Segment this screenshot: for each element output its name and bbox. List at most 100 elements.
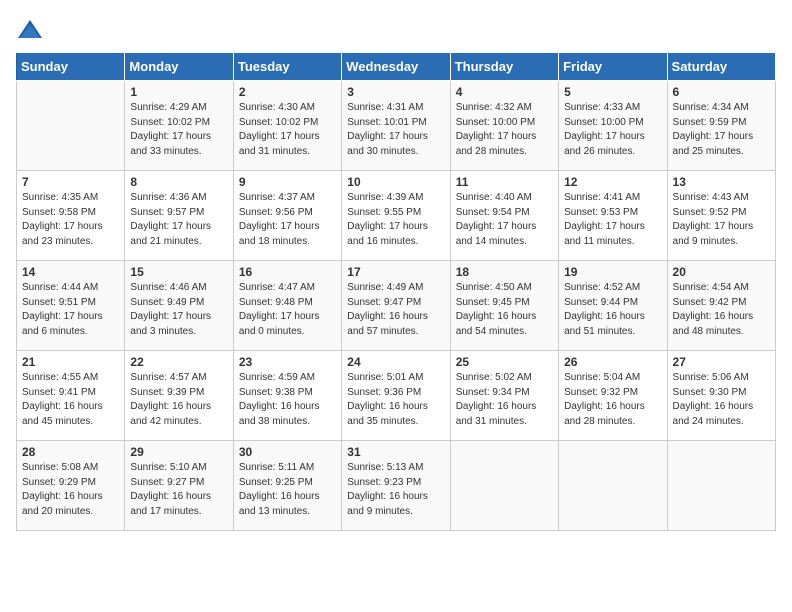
logo-icon	[16, 16, 44, 44]
column-header-monday: Monday	[125, 53, 233, 81]
calendar-table: SundayMondayTuesdayWednesdayThursdayFrid…	[16, 52, 776, 531]
day-number: 21	[22, 355, 119, 369]
day-number: 11	[456, 175, 553, 189]
cell-content: Sunrise: 4:50 AM Sunset: 9:45 PM Dayligh…	[456, 281, 553, 339]
cell-content: Sunrise: 4:54 AM Sunset: 9:42 PM Dayligh…	[673, 281, 770, 339]
cell-content: Sunrise: 4:29 AM Sunset: 10:02 PM Daylig…	[130, 101, 227, 159]
logo	[16, 16, 48, 44]
calendar-cell	[17, 81, 125, 171]
calendar-cell: 10 Sunrise: 4:39 AM Sunset: 9:55 PM Dayli…	[342, 171, 450, 261]
day-number: 5	[564, 85, 661, 99]
day-number: 10	[347, 175, 444, 189]
day-number: 1	[130, 85, 227, 99]
calendar-cell: 11 Sunrise: 4:40 AM Sunset: 9:54 PM Dayli…	[450, 171, 558, 261]
calendar-cell: 24 Sunrise: 5:01 AM Sunset: 9:36 PM Dayli…	[342, 351, 450, 441]
calendar-cell: 20 Sunrise: 4:54 AM Sunset: 9:42 PM Dayli…	[667, 261, 775, 351]
day-number: 15	[130, 265, 227, 279]
week-row-1: 1 Sunrise: 4:29 AM Sunset: 10:02 PM Dayli…	[17, 81, 776, 171]
calendar-cell: 23 Sunrise: 4:59 AM Sunset: 9:38 PM Dayli…	[233, 351, 341, 441]
calendar-cell: 5Sunrise: 4:33 AM Sunset: 10:00 PM Dayli…	[559, 81, 667, 171]
cell-content: Sunrise: 4:41 AM Sunset: 9:53 PM Dayligh…	[564, 191, 661, 249]
calendar-cell: 21 Sunrise: 4:55 AM Sunset: 9:41 PM Dayli…	[17, 351, 125, 441]
day-number: 27	[673, 355, 770, 369]
day-number: 16	[239, 265, 336, 279]
cell-content: Sunrise: 4:49 AM Sunset: 9:47 PM Dayligh…	[347, 281, 444, 339]
header-row: SundayMondayTuesdayWednesdayThursdayFrid…	[17, 53, 776, 81]
calendar-cell: 27 Sunrise: 5:06 AM Sunset: 9:30 PM Dayli…	[667, 351, 775, 441]
column-header-saturday: Saturday	[667, 53, 775, 81]
cell-content: Sunrise: 4:52 AM Sunset: 9:44 PM Dayligh…	[564, 281, 661, 339]
day-number: 2	[239, 85, 336, 99]
calendar-cell: 17Sunrise: 4:49 AM Sunset: 9:47 PM Dayli…	[342, 261, 450, 351]
day-number: 14	[22, 265, 119, 279]
cell-content: Sunrise: 4:34 AM Sunset: 9:59 PM Dayligh…	[673, 101, 770, 159]
cell-content: Sunrise: 5:04 AM Sunset: 9:32 PM Dayligh…	[564, 371, 661, 429]
day-number: 22	[130, 355, 227, 369]
page-header	[16, 16, 776, 44]
day-number: 30	[239, 445, 336, 459]
day-number: 20	[673, 265, 770, 279]
cell-content: Sunrise: 5:01 AM Sunset: 9:36 PM Dayligh…	[347, 371, 444, 429]
cell-content: Sunrise: 4:31 AM Sunset: 10:01 PM Daylig…	[347, 101, 444, 159]
cell-content: Sunrise: 5:13 AM Sunset: 9:23 PM Dayligh…	[347, 461, 444, 519]
cell-content: Sunrise: 4:55 AM Sunset: 9:41 PM Dayligh…	[22, 371, 119, 429]
day-number: 9	[239, 175, 336, 189]
cell-content: Sunrise: 4:39 AM Sunset: 9:55 PM Dayligh…	[347, 191, 444, 249]
cell-content: Sunrise: 4:32 AM Sunset: 10:00 PM Daylig…	[456, 101, 553, 159]
calendar-cell: 9Sunrise: 4:37 AM Sunset: 9:56 PM Daylig…	[233, 171, 341, 261]
calendar-cell: 19 Sunrise: 4:52 AM Sunset: 9:44 PM Dayli…	[559, 261, 667, 351]
calendar-cell	[450, 441, 558, 531]
day-number: 26	[564, 355, 661, 369]
calendar-cell: 15 Sunrise: 4:46 AM Sunset: 9:49 PM Dayli…	[125, 261, 233, 351]
calendar-cell: 12 Sunrise: 4:41 AM Sunset: 9:53 PM Dayli…	[559, 171, 667, 261]
cell-content: Sunrise: 4:59 AM Sunset: 9:38 PM Dayligh…	[239, 371, 336, 429]
cell-content: Sunrise: 4:40 AM Sunset: 9:54 PM Dayligh…	[456, 191, 553, 249]
calendar-cell: 30 Sunrise: 5:11 AM Sunset: 9:25 PM Dayli…	[233, 441, 341, 531]
day-number: 28	[22, 445, 119, 459]
cell-content: Sunrise: 4:47 AM Sunset: 9:48 PM Dayligh…	[239, 281, 336, 339]
day-number: 8	[130, 175, 227, 189]
day-number: 29	[130, 445, 227, 459]
calendar-cell: 14 Sunrise: 4:44 AM Sunset: 9:51 PM Dayli…	[17, 261, 125, 351]
cell-content: Sunrise: 4:36 AM Sunset: 9:57 PM Dayligh…	[130, 191, 227, 249]
calendar-cell: 29 Sunrise: 5:10 AM Sunset: 9:27 PM Dayli…	[125, 441, 233, 531]
calendar-cell: 16 Sunrise: 4:47 AM Sunset: 9:48 PM Dayli…	[233, 261, 341, 351]
cell-content: Sunrise: 4:46 AM Sunset: 9:49 PM Dayligh…	[130, 281, 227, 339]
week-row-2: 7Sunrise: 4:35 AM Sunset: 9:58 PM Daylig…	[17, 171, 776, 261]
day-number: 13	[673, 175, 770, 189]
day-number: 18	[456, 265, 553, 279]
calendar-cell: 28Sunrise: 5:08 AM Sunset: 9:29 PM Dayli…	[17, 441, 125, 531]
calendar-cell: 6 Sunrise: 4:34 AM Sunset: 9:59 PM Daylig…	[667, 81, 775, 171]
calendar-cell: 4 Sunrise: 4:32 AM Sunset: 10:00 PM Dayli…	[450, 81, 558, 171]
cell-content: Sunrise: 5:06 AM Sunset: 9:30 PM Dayligh…	[673, 371, 770, 429]
cell-content: Sunrise: 4:30 AM Sunset: 10:02 PM Daylig…	[239, 101, 336, 159]
day-number: 19	[564, 265, 661, 279]
calendar-cell: 7Sunrise: 4:35 AM Sunset: 9:58 PM Daylig…	[17, 171, 125, 261]
cell-content: Sunrise: 4:44 AM Sunset: 9:51 PM Dayligh…	[22, 281, 119, 339]
day-number: 12	[564, 175, 661, 189]
week-row-4: 21 Sunrise: 4:55 AM Sunset: 9:41 PM Dayli…	[17, 351, 776, 441]
week-row-3: 14 Sunrise: 4:44 AM Sunset: 9:51 PM Dayli…	[17, 261, 776, 351]
calendar-cell: 31Sunrise: 5:13 AM Sunset: 9:23 PM Dayli…	[342, 441, 450, 531]
day-number: 4	[456, 85, 553, 99]
day-number: 7	[22, 175, 119, 189]
cell-content: Sunrise: 5:10 AM Sunset: 9:27 PM Dayligh…	[130, 461, 227, 519]
day-number: 24	[347, 355, 444, 369]
calendar-cell: 18 Sunrise: 4:50 AM Sunset: 9:45 PM Dayli…	[450, 261, 558, 351]
cell-content: Sunrise: 5:11 AM Sunset: 9:25 PM Dayligh…	[239, 461, 336, 519]
calendar-cell: 25 Sunrise: 5:02 AM Sunset: 9:34 PM Dayli…	[450, 351, 558, 441]
column-header-thursday: Thursday	[450, 53, 558, 81]
day-number: 23	[239, 355, 336, 369]
calendar-cell: 26 Sunrise: 5:04 AM Sunset: 9:32 PM Dayli…	[559, 351, 667, 441]
day-number: 6	[673, 85, 770, 99]
cell-content: Sunrise: 5:02 AM Sunset: 9:34 PM Dayligh…	[456, 371, 553, 429]
calendar-cell: 13Sunrise: 4:43 AM Sunset: 9:52 PM Dayli…	[667, 171, 775, 261]
week-row-5: 28Sunrise: 5:08 AM Sunset: 9:29 PM Dayli…	[17, 441, 776, 531]
calendar-cell	[559, 441, 667, 531]
calendar-cell: 3Sunrise: 4:31 AM Sunset: 10:01 PM Dayli…	[342, 81, 450, 171]
calendar-cell: 8 Sunrise: 4:36 AM Sunset: 9:57 PM Daylig…	[125, 171, 233, 261]
column-header-friday: Friday	[559, 53, 667, 81]
day-number: 25	[456, 355, 553, 369]
column-header-sunday: Sunday	[17, 53, 125, 81]
calendar-cell: 1 Sunrise: 4:29 AM Sunset: 10:02 PM Dayli…	[125, 81, 233, 171]
